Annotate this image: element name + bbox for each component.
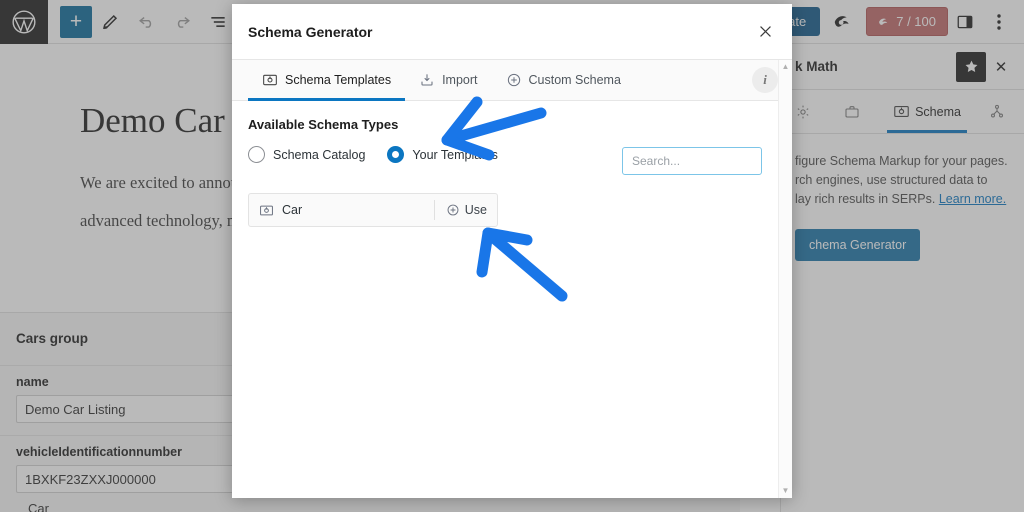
- schema-icon: [262, 72, 278, 88]
- use-template-label: Use: [464, 203, 487, 217]
- plus-circle-icon: [446, 203, 460, 217]
- info-icon[interactable]: i: [752, 67, 778, 93]
- tab-import-label: Import: [442, 73, 478, 87]
- use-template-button[interactable]: Use: [435, 203, 487, 217]
- close-icon[interactable]: [748, 15, 782, 49]
- modal-body: Available Schema Types Schema Catalog Yo…: [232, 101, 792, 498]
- radio-your-templates[interactable]: Your Templates: [387, 146, 498, 163]
- wordpress-block-editor: + Update: [0, 0, 1024, 512]
- search-placeholder: Search...: [632, 154, 681, 168]
- tab-custom-schema-label: Custom Schema: [528, 73, 621, 87]
- import-icon: [419, 72, 435, 88]
- template-name: Car: [282, 203, 303, 217]
- template-row-car[interactable]: Car Use: [248, 193, 498, 227]
- modal-tabs: Schema Templates Import Custom Schema i: [232, 60, 792, 101]
- radio-your-templates-circle: [387, 146, 405, 163]
- tab-import[interactable]: Import: [405, 60, 491, 100]
- modal-header: Schema Generator: [232, 4, 792, 60]
- modal-title: Schema Generator: [248, 23, 373, 40]
- schema-generator-modal: Schema Generator Schema Templates Import…: [232, 4, 792, 498]
- scrollbar-down-arrow[interactable]: ▼: [782, 487, 790, 495]
- scrollbar-up-arrow[interactable]: ▲: [782, 63, 790, 71]
- radio-schema-catalog[interactable]: Schema Catalog: [248, 146, 365, 163]
- modal-scrollbar[interactable]: ▲ ▼: [778, 60, 792, 498]
- radio-schema-catalog-label: Schema Catalog: [273, 147, 366, 162]
- schema-icon: [259, 203, 274, 218]
- available-schema-types-title: Available Schema Types: [248, 117, 399, 132]
- plus-circle-icon: [506, 72, 522, 88]
- tab-schema-templates[interactable]: Schema Templates: [248, 60, 406, 101]
- radio-schema-catalog-circle: [248, 146, 265, 163]
- search-input[interactable]: Search...: [622, 147, 762, 175]
- radio-your-templates-label: Your Templates: [412, 147, 498, 162]
- tab-custom-schema[interactable]: Custom Schema: [492, 60, 635, 100]
- tab-schema-templates-label: Schema Templates: [285, 73, 392, 87]
